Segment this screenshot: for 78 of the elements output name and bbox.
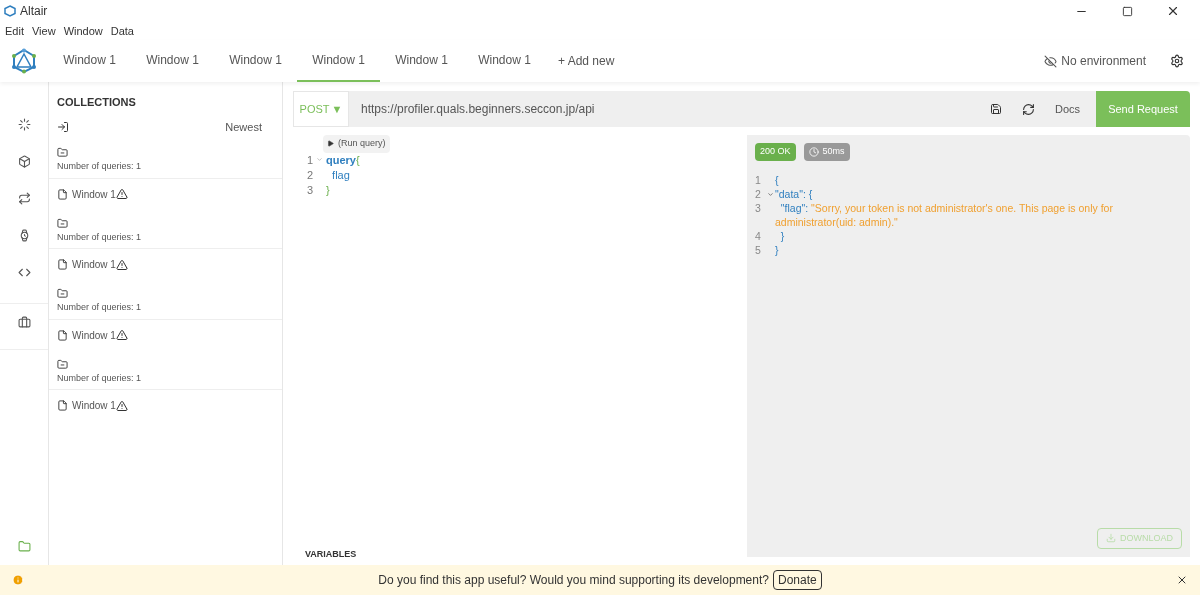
menu-item[interactable]: Edit <box>5 22 24 40</box>
settings-icon[interactable] <box>1170 54 1184 68</box>
save-icon[interactable] <box>989 103 1002 115</box>
time-badge: 50ms <box>803 143 850 161</box>
response-line: } <box>775 242 779 257</box>
maximize-icon[interactable] <box>1121 5 1133 17</box>
url-field[interactable]: https://profiler.quals.beginners.seccon.jp/api <box>349 91 974 127</box>
file-icon <box>57 400 68 411</box>
line-number: 3 <box>305 182 313 198</box>
run-query-button[interactable]: (Run query) <box>323 135 390 153</box>
logo-icon <box>11 48 37 74</box>
response-line: "data": { <box>775 186 813 201</box>
variables-heading: VARIABLES <box>305 547 358 561</box>
tab[interactable]: Window 1 <box>463 40 546 82</box>
response-line: "flag": "Sorry, your token is not administrator's one. This page is only for administrator(uid: admin)." <box>775 200 1114 229</box>
file-icon <box>57 259 68 270</box>
refresh-icon[interactable] <box>1021 102 1035 116</box>
warning-icon <box>115 188 128 200</box>
query-count: Number of queries: 1 <box>57 230 143 244</box>
query-count: Number of queries: 1 <box>57 371 143 385</box>
code-line: } <box>326 182 330 198</box>
status-badge: 200 OK <box>755 143 796 161</box>
warning-icon <box>115 399 128 412</box>
query-item[interactable]: Window 1 <box>72 257 116 272</box>
tab[interactable]: Window 1 <box>297 40 380 82</box>
warning-icon <box>115 329 128 341</box>
query-item[interactable]: Window 1 <box>72 327 116 343</box>
folder-icon[interactable] <box>57 217 68 229</box>
spinner-icon[interactable] <box>17 118 31 131</box>
add-tab-button[interactable]: + Add new <box>546 40 627 82</box>
tab[interactable]: Window 1 <box>214 40 297 82</box>
tab[interactable]: Window 1 <box>48 40 131 82</box>
code-icon[interactable] <box>17 266 31 279</box>
collections-heading: COLLECTIONS <box>56 95 137 110</box>
query-item[interactable]: Window 1 <box>72 398 116 413</box>
code-line: query{ <box>326 152 360 168</box>
menu-item[interactable]: Window <box>63 22 103 40</box>
close-icon[interactable] <box>1176 574 1188 586</box>
line-number: 3 <box>755 200 762 216</box>
query-count: Number of queries: 1 <box>57 301 143 314</box>
warning-icon <box>115 258 128 271</box>
response-line: { <box>775 172 779 187</box>
import-icon[interactable] <box>57 120 69 133</box>
play-icon <box>327 140 334 148</box>
briefcase-icon[interactable] <box>17 316 31 329</box>
banner-message: Do you find this app useful? Would you mind supporting its development? <box>378 572 769 589</box>
query-item[interactable]: Window 1 <box>72 186 116 202</box>
cube-icon[interactable] <box>17 155 31 168</box>
eye-off-icon <box>1044 54 1058 68</box>
line-number: 4 <box>755 228 762 243</box>
window-title: Altair <box>20 3 48 20</box>
close-icon[interactable] <box>1166 4 1180 18</box>
repeat-icon[interactable] <box>17 192 31 205</box>
line-number: 1 <box>305 152 313 168</box>
line-number: 2 <box>305 167 313 183</box>
line-number: 1 <box>755 172 762 187</box>
file-icon <box>57 188 68 200</box>
environment-selector[interactable]: No environment <box>1061 52 1146 70</box>
file-icon <box>57 329 68 341</box>
download-icon <box>1106 533 1116 544</box>
code-line: flag <box>331 167 350 183</box>
donate-button[interactable]: Donate <box>773 570 822 590</box>
line-number: 2 <box>755 186 762 201</box>
tab[interactable]: Window 1 <box>380 40 463 82</box>
menu-item[interactable]: View <box>31 22 56 40</box>
app-icon <box>4 5 16 17</box>
folder-icon[interactable] <box>57 288 68 299</box>
folder-icon[interactable] <box>57 358 68 370</box>
fold-icon[interactable] <box>767 191 774 199</box>
docs-button[interactable]: Docs <box>1054 100 1080 118</box>
response-line: } <box>779 228 785 243</box>
folder-icon[interactable] <box>57 147 68 158</box>
line-number: 5 <box>755 242 762 257</box>
query-count: Number of queries: 1 <box>57 160 143 173</box>
sort-selector[interactable]: Newest <box>225 118 262 135</box>
tab[interactable]: Window 1 <box>131 40 214 82</box>
menu-item[interactable]: Data <box>110 22 134 40</box>
info-icon <box>12 574 24 586</box>
